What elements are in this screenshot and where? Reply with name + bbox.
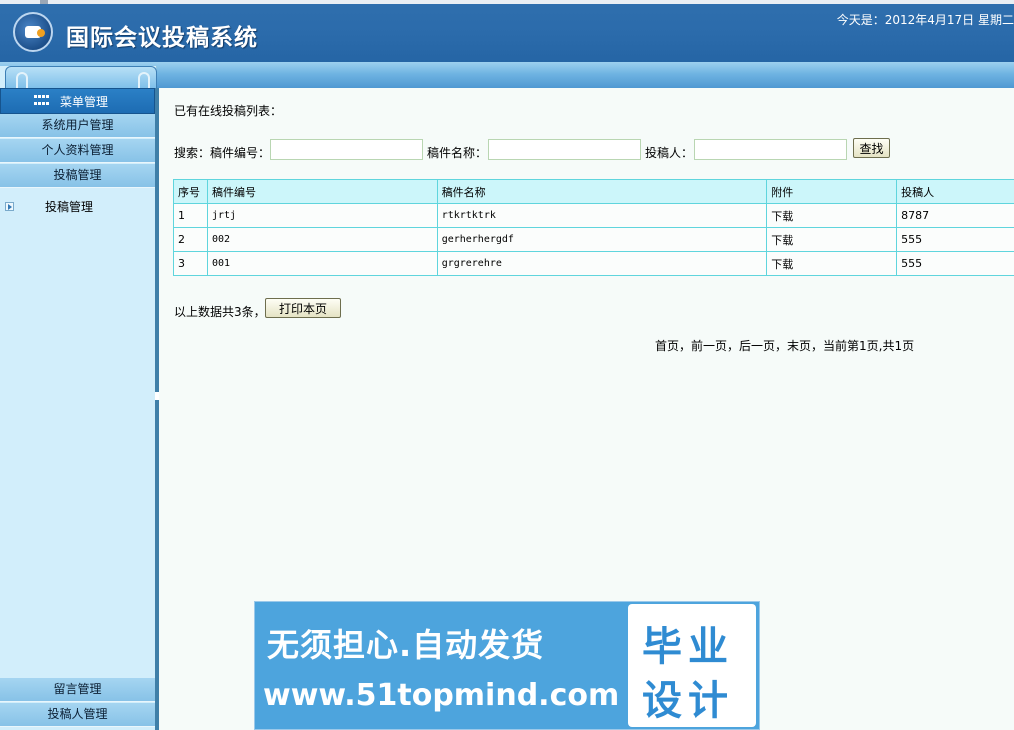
- search-prefix-label: 搜索：: [174, 146, 211, 160]
- sidebar-tab-frame: [5, 66, 157, 88]
- logo-dot: [37, 29, 45, 37]
- sidebar-item-messages[interactable]: 留言管理: [0, 678, 155, 702]
- menu-header[interactable]: 菜单管理: [0, 88, 155, 114]
- arrow-right-icon: [5, 202, 14, 211]
- download-link[interactable]: 下载: [766, 203, 898, 228]
- print-button[interactable]: 打印本页: [265, 298, 341, 318]
- author-input[interactable]: [694, 139, 847, 160]
- table-header-row: 序号 稿件编号 稿件名称 附件 投稿人: [173, 179, 1014, 204]
- window-top-strip: [0, 0, 1014, 4]
- banner-tag-line2: 设计: [642, 678, 734, 724]
- cell-author: 555: [896, 227, 1014, 252]
- search-bar: 搜索： 稿件编号： 稿件名称： 投稿人： 查找: [174, 138, 914, 161]
- cell-code: 002: [206, 227, 438, 252]
- app-title: 国际会议投稿系统: [66, 24, 258, 51]
- table-row: 3 001 grgrerehre 下载 555: [173, 251, 1014, 276]
- submissions-table: 序号 稿件编号 稿件名称 附件 投稿人 1 jrtj rtkrtktrk 下载 …: [173, 179, 1014, 276]
- sidebar: 菜单管理 系统用户管理 个人资料管理 投稿管理 投稿管理 留言管理 投稿人管理: [0, 66, 157, 730]
- cell-author: 555: [896, 251, 1014, 276]
- cell-code: jrtj: [206, 203, 438, 228]
- cell-no: 1: [173, 203, 208, 228]
- column-header: 投稿人: [896, 179, 1014, 204]
- cell-author: 8787: [896, 203, 1014, 228]
- pagination[interactable]: 首页，前一页，后一页，末页，当前第1页,共1页: [655, 337, 914, 354]
- menu-header-label: 菜单管理: [60, 94, 109, 109]
- column-header: 稿件名称: [436, 179, 768, 204]
- code-label: 稿件编号：: [210, 146, 271, 160]
- total-count-label: 以上数据共3条，: [174, 305, 266, 319]
- cell-name: rtkrtktrk: [436, 203, 768, 228]
- sidebar-item-submissions[interactable]: 投稿管理: [0, 164, 155, 188]
- app-header: 国际会议投稿系统 今天是：2012年4月17日 星期二: [0, 0, 1014, 62]
- cell-code: 001: [206, 251, 438, 276]
- top-strip-notch: [40, 0, 48, 4]
- code-input[interactable]: [270, 139, 423, 160]
- cell-no: 2: [173, 227, 208, 252]
- grid-menu-icon: [34, 95, 49, 107]
- banner-slogan: 无须担心.自动发货: [267, 626, 545, 664]
- banner-url: www.51topmind.com: [263, 678, 620, 713]
- download-link[interactable]: 下载: [766, 251, 898, 276]
- banner-tag-line1: 毕业: [642, 624, 734, 670]
- column-header: 序号: [173, 179, 208, 204]
- app-logo-icon: [13, 12, 53, 52]
- name-label: 稿件名称：: [427, 146, 488, 160]
- name-input[interactable]: [488, 139, 641, 160]
- sidebar-item-system-users[interactable]: 系统用户管理: [0, 114, 155, 138]
- list-title: 已有在线投稿列表：: [174, 104, 283, 118]
- table-row: 1 jrtj rtkrtktrk 下载 8787: [173, 203, 1014, 228]
- sidebar-subitem-submissions[interactable]: 投稿管理: [0, 196, 155, 218]
- cell-name: grgrerehre: [436, 251, 768, 276]
- download-link[interactable]: 下载: [766, 227, 898, 252]
- tab-hanger-icon: [16, 72, 28, 88]
- cell-no: 3: [173, 251, 208, 276]
- sidebar-item-profile[interactable]: 个人资料管理: [0, 139, 155, 163]
- author-label: 投稿人：: [645, 146, 694, 160]
- sidebar-item-authors[interactable]: 投稿人管理: [0, 703, 155, 727]
- column-header: 附件: [766, 179, 898, 204]
- sidebar-subitem-label: 投稿管理: [45, 200, 94, 214]
- watermark-banner[interactable]: 无须担心.自动发货 www.51topmind.com 毕业 设计: [254, 601, 760, 730]
- search-button[interactable]: 查找: [853, 138, 890, 158]
- date-label: 今天是：2012年4月17日 星期二: [836, 13, 1014, 27]
- cell-name: gerherhergdf: [436, 227, 768, 252]
- table-row: 2 002 gerherhergdf 下载 555: [173, 227, 1014, 252]
- banner-tag: 毕业 设计: [628, 604, 756, 727]
- column-header: 稿件编号: [206, 179, 438, 204]
- tab-hanger-icon: [138, 72, 150, 88]
